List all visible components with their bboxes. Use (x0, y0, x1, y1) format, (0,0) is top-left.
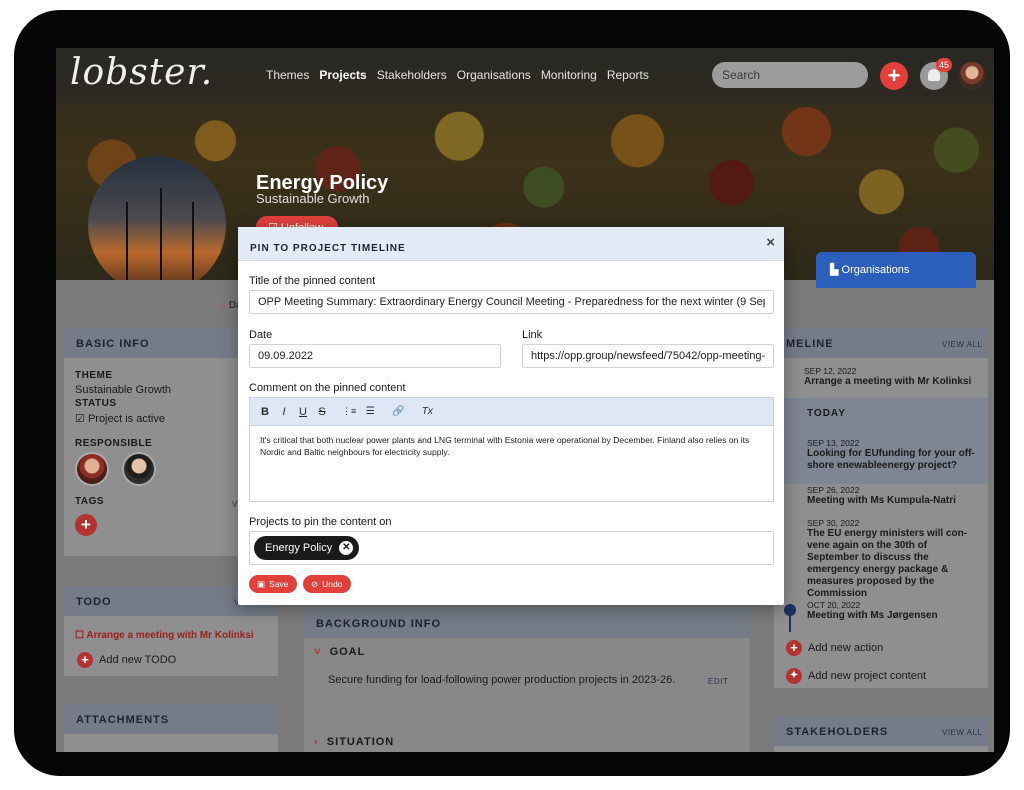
attachments-card: ATTACHMENTS (64, 704, 278, 752)
cancel-circle-icon: ⊘ (311, 579, 319, 589)
date-input[interactable] (249, 344, 501, 368)
checkbox-checked-icon: ☑ (75, 413, 85, 425)
checkbox-empty-icon[interactable]: ☐ (75, 630, 84, 641)
tags-label: TAGS (75, 496, 105, 507)
attachments-heading: ATTACHMENTS (64, 704, 278, 734)
todo-item[interactable]: ☐ Arrange a meeting with Mr Kolinksi (75, 630, 254, 641)
add-project-content-button[interactable]: ✦ Add new project content (786, 668, 926, 684)
save-disk-icon: ▣ (257, 579, 266, 589)
nav-themes[interactable]: Themes (266, 68, 309, 82)
editor-toolbar: B I U S ⋮≡ ☰ 🔗 Tx (249, 397, 774, 426)
date-field-label: Date (249, 329, 273, 341)
project-subtitle: Sustainable Growth (256, 191, 370, 206)
timeline-dot (784, 604, 796, 616)
timeline-line (789, 616, 791, 632)
chevron-right-icon: › (314, 736, 319, 748)
plus-icon: + (786, 640, 802, 656)
top-navigation: lobster. Themes Projects Stakeholders Or… (56, 48, 994, 104)
underline-button[interactable]: U (298, 406, 308, 418)
today-label: TODAY (807, 408, 846, 419)
timeline-item-0[interactable]: SEP 12, 2022 Arrange a meeting with Mr K… (804, 366, 978, 388)
title-input[interactable] (249, 290, 774, 314)
home-icon: ⌂ (220, 300, 227, 311)
add-todo-button[interactable]: + Add new TODO (77, 652, 176, 668)
goal-text: Secure funding for load-following power … (328, 674, 676, 686)
tab-organisations[interactable]: ▙ Organisations (816, 252, 976, 288)
plus-icon: + (77, 652, 93, 668)
pin-to-timeline-dialog: PIN TO PROJECT TIMELINE × Title of the p… (238, 227, 784, 605)
status-value: ☑ Project is active (75, 413, 165, 425)
add-plus-icon[interactable]: + (880, 62, 908, 90)
timeline-view-all[interactable]: VIEW ALL (942, 340, 982, 349)
chevron-down-icon: ˅ (314, 646, 322, 658)
notification-count-badge: 45 (936, 58, 952, 72)
projects-field-label: Projects to pin the content on (249, 516, 392, 528)
projects-chip-input[interactable]: Energy Policy ✕ (249, 531, 774, 565)
goal-toggle[interactable]: ˅ GOAL (314, 646, 365, 658)
background-info-heading: BACKGROUND INFO (304, 608, 750, 638)
italic-button[interactable]: I (279, 406, 289, 418)
remove-chip-icon[interactable]: ✕ (339, 541, 354, 555)
nav-stakeholders[interactable]: Stakeholders (377, 68, 447, 82)
nav-monitoring[interactable]: Monitoring (541, 68, 597, 82)
theme-label: THEME (75, 370, 113, 381)
link-input[interactable] (522, 344, 774, 368)
timeline-item-3[interactable]: SEP 30, 2022 The EU energy ministers wil… (807, 518, 981, 600)
background-info-card: BACKGROUND INFO ˅ GOAL Secure funding fo… (304, 608, 750, 752)
situation-toggle[interactable]: › SITUATION (314, 736, 394, 748)
bullet-list-icon[interactable]: ☰ (365, 406, 375, 417)
timeline-item-2[interactable]: SEP 26, 2022 Meeting with Ms Kumpula-Nat… (807, 485, 981, 507)
timeline-item-4[interactable]: OCT 20, 2022 Meeting with Ms Jørgensen (807, 600, 981, 622)
add-action-button[interactable]: + Add new action (786, 640, 883, 656)
undo-button[interactable]: ⊘ Undo (303, 575, 352, 593)
search-input[interactable]: Search (712, 62, 868, 88)
project-chip: Energy Policy ✕ (254, 536, 360, 560)
nav-reports[interactable]: Reports (607, 68, 649, 82)
dialog-title: PIN TO PROJECT TIMELINE (250, 243, 406, 254)
app-logo[interactable]: lobster. (70, 52, 213, 93)
factory-icon: ▙ (830, 264, 842, 276)
user-avatar[interactable] (958, 62, 986, 90)
responsible-avatar-1[interactable] (75, 452, 109, 486)
link-icon[interactable]: 🔗 (392, 406, 404, 417)
nav-organisations[interactable]: Organisations (457, 68, 531, 82)
stakeholders-view-all[interactable]: VIEW ALL (942, 728, 982, 737)
add-tag-button[interactable]: + (75, 514, 97, 536)
ordered-list-icon[interactable]: ⋮≡ (342, 406, 356, 417)
comment-editor[interactable]: It's critical that both nuclear power pl… (249, 426, 774, 502)
comment-field-label: Comment on the pinned content (249, 382, 406, 394)
link-field-label: Link (522, 329, 543, 341)
nav-projects[interactable]: Projects (319, 68, 366, 82)
clear-format-icon[interactable]: Tx (422, 406, 433, 417)
theme-value: Sustainable Growth (75, 384, 171, 396)
status-label: STATUS (75, 398, 117, 409)
close-icon[interactable]: × (766, 234, 775, 251)
timeline-item-1[interactable]: SEP 13, 2022 Looking for EUfunding for y… (807, 438, 977, 472)
main-menu: Themes Projects Stakeholders Organisatio… (266, 68, 649, 82)
timeline-card: MELINE VIEW ALL SEP 12, 2022 Arrange a m… (774, 328, 988, 688)
save-button[interactable]: ▣ Save (249, 575, 298, 593)
stakeholders-card: STAKEHOLDERS VIEW ALL (774, 716, 988, 752)
bold-button[interactable]: B (260, 406, 270, 418)
project-image (88, 156, 226, 294)
strikethrough-button[interactable]: S (317, 406, 327, 418)
responsible-avatar-2[interactable] (122, 452, 156, 486)
goal-edit-link[interactable]: EDIT (708, 677, 728, 686)
title-field-label: Title of the pinned content (249, 275, 376, 287)
dialog-header: PIN TO PROJECT TIMELINE × (238, 227, 784, 261)
pin-icon: ✦ (786, 668, 802, 684)
plus-icon: + (75, 514, 97, 536)
responsible-label: RESPONSIBLE (75, 438, 153, 449)
